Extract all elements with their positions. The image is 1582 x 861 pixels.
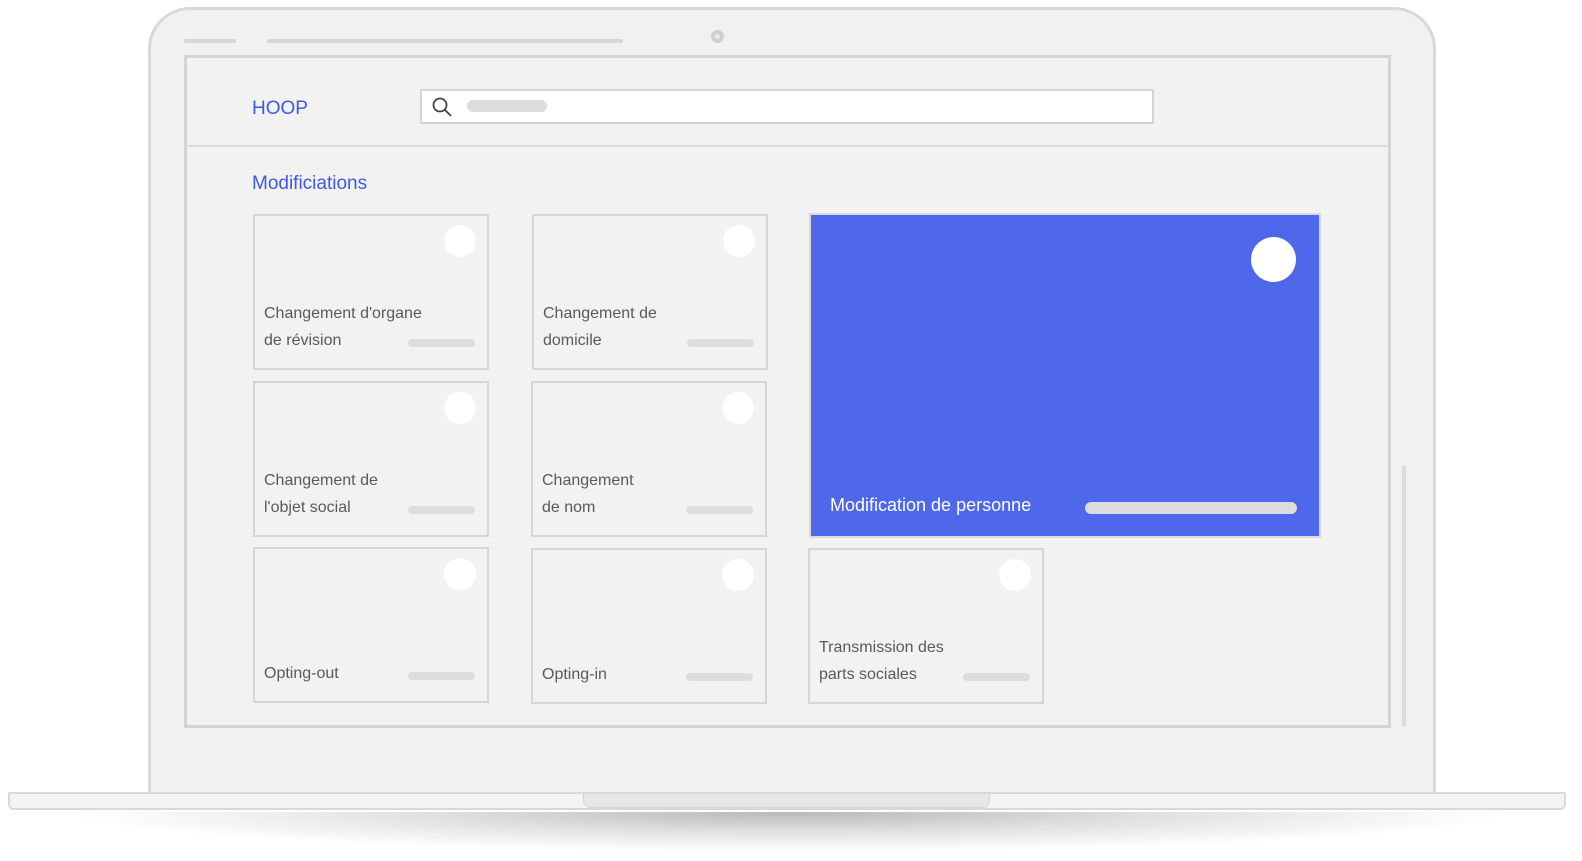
logo[interactable]: HOOP	[252, 96, 308, 122]
card-icon	[1251, 237, 1296, 282]
card-icon	[722, 559, 754, 591]
lid-line	[184, 39, 236, 43]
card-label: Changement d'organe de révision	[264, 305, 422, 349]
card-transmission-parts-sociales[interactable]: Transmission des parts sociales	[808, 548, 1044, 704]
card-label: Changement de nom	[542, 472, 634, 516]
card-changement-domicile[interactable]: Changement de domicile	[532, 214, 768, 370]
card-opting-in[interactable]: Opting-in	[531, 548, 767, 704]
scrollbar[interactable]	[1402, 465, 1406, 727]
card-bar	[687, 339, 754, 347]
laptop-notch	[583, 794, 990, 808]
card-label: Opting-in	[542, 666, 607, 683]
card-bar	[963, 673, 1030, 681]
card-label: Transmission des parts sociales	[819, 639, 944, 683]
card-bar	[686, 673, 753, 681]
search-placeholder-bar	[467, 100, 547, 112]
card-label: Opting-out	[264, 665, 339, 682]
card-opting-out[interactable]: Opting-out	[253, 547, 489, 703]
card-bar	[408, 339, 475, 347]
card-icon	[723, 225, 755, 257]
card-icon	[444, 392, 476, 424]
card-bar	[408, 672, 475, 680]
card-label: Changement de domicile	[543, 305, 657, 349]
card-bar	[408, 506, 475, 514]
search-icon[interactable]	[431, 96, 453, 118]
card-label: Modification de personne	[830, 495, 1032, 515]
card-changement-nom[interactable]: Changement de nom	[531, 381, 767, 537]
lid-line	[267, 39, 623, 43]
card-bar	[1085, 502, 1297, 514]
header-divider	[187, 145, 1388, 147]
card-modification-personne[interactable]: Modification de personne	[809, 213, 1321, 538]
card-icon	[444, 225, 476, 257]
camera-icon	[711, 30, 724, 43]
card-icon	[999, 559, 1031, 591]
card-icon	[444, 558, 476, 590]
section-title: Modificiations	[252, 173, 368, 194]
laptop-shadow	[60, 812, 1520, 852]
card-changement-objet-social[interactable]: Changement de l'objet social	[253, 381, 489, 537]
card-label: Changement de l'objet social	[264, 472, 378, 516]
card-changement-organe-revision[interactable]: Changement d'organe de révision	[253, 214, 489, 370]
card-icon	[722, 392, 754, 424]
card-bar	[686, 506, 753, 514]
